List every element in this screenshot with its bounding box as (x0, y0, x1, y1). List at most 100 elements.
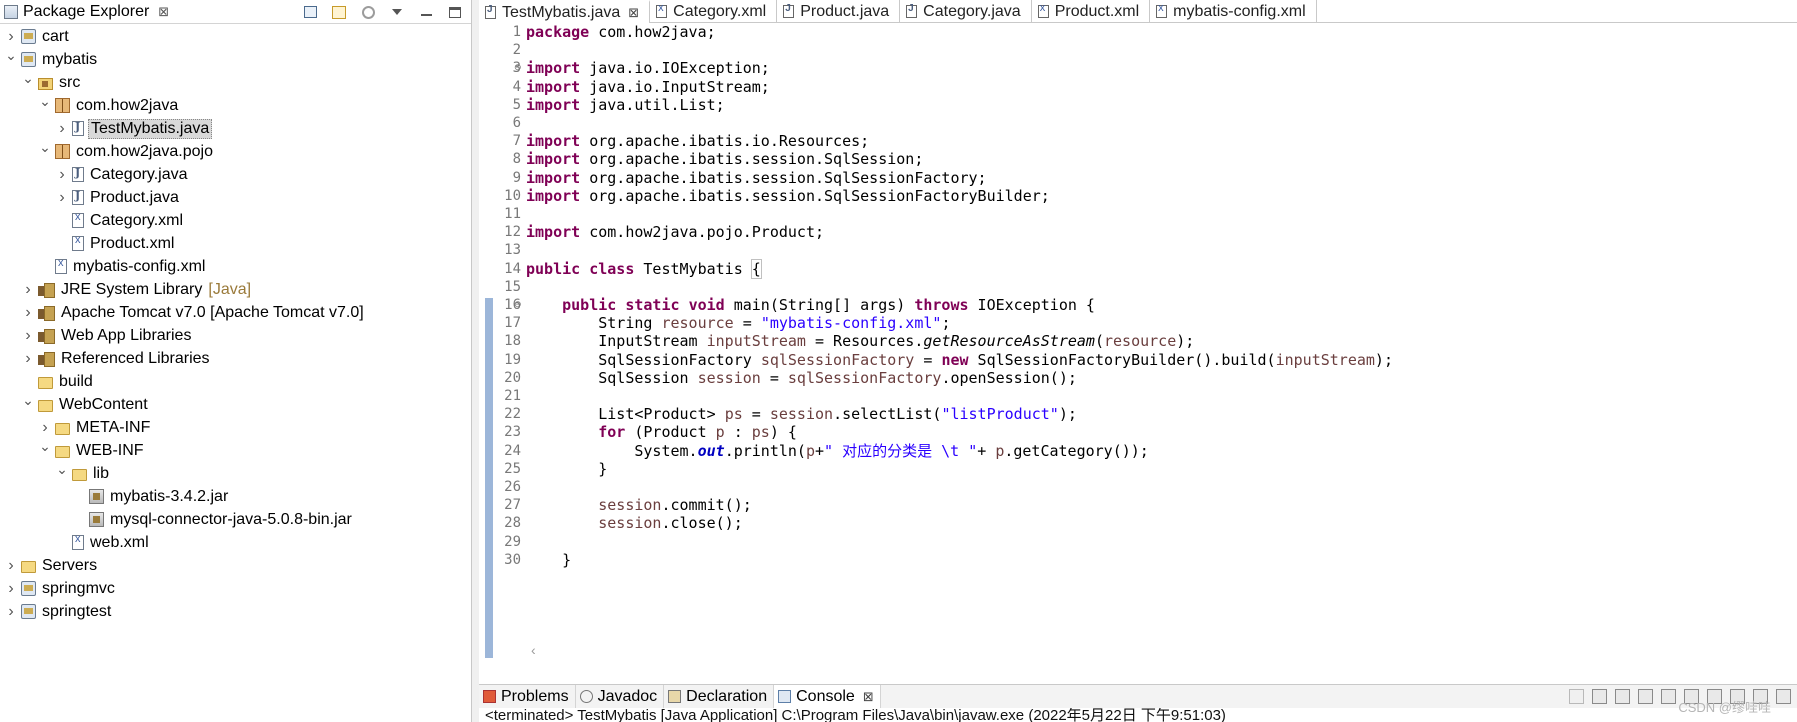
editor-tab[interactable]: mybatis-config.xml (1150, 0, 1317, 23)
chevron-right-icon[interactable]: › (21, 281, 35, 298)
bottom-tab[interactable]: Console ⊠ (774, 684, 881, 709)
editor-tab[interactable]: Product.java (777, 0, 901, 23)
tab-package-explorer[interactable]: Package Explorer ⊠ (0, 0, 173, 24)
editor-tab-label: Category.xml (673, 2, 767, 20)
tree-item[interactable]: ⌄ WEB-INF (0, 438, 471, 462)
tree-item-label: web.xml (90, 533, 149, 551)
close-icon[interactable]: ⊠ (863, 689, 874, 705)
code-token: .commit(); (661, 496, 752, 515)
tree-item[interactable]: ⌄ lib (0, 461, 471, 485)
project-icon (21, 581, 36, 596)
chevron-down-icon[interactable]: ⌄ (21, 392, 35, 408)
view-menu-icon[interactable] (389, 4, 405, 20)
tree-item[interactable]: ⌄ mybatis (0, 47, 471, 71)
tree-item[interactable]: Category.xml (0, 209, 471, 232)
chevron-down-icon[interactable]: ⌄ (4, 47, 18, 63)
filters-icon[interactable] (360, 4, 376, 20)
clear-console-icon[interactable] (1638, 689, 1653, 704)
minimize-icon[interactable] (418, 4, 434, 20)
scroll-lock-icon[interactable] (1661, 689, 1676, 704)
explorer-title: Package Explorer (23, 3, 150, 20)
chevron-down-icon[interactable]: ⌄ (55, 461, 69, 477)
terminate-icon[interactable] (1569, 689, 1584, 704)
chevron-right-icon[interactable]: › (55, 166, 69, 183)
view-divider[interactable] (472, 0, 479, 722)
chevron-down-icon[interactable]: ⌄ (38, 139, 52, 155)
tree-item[interactable]: build (0, 370, 471, 393)
code-editor[interactable]: 1 2 3 ⊖ 4 5 6 7 8 9 10 11 12 13 14 15 16 ⊖ 17 18 19 20 21 22 23 2… (479, 24, 1797, 658)
tree-item[interactable]: › Category.java (0, 163, 471, 186)
chevron-right-icon[interactable]: › (55, 120, 69, 137)
bottom-tab[interactable]: Problems (479, 684, 576, 709)
bottom-tab[interactable]: Declaration (664, 684, 775, 709)
package-explorer-view: Package Explorer ⊠ › cart ⌄ mybatis ⌄ src ⌄ com… (0, 0, 472, 722)
remove-launch-icon[interactable] (1592, 689, 1607, 704)
tree-item[interactable]: › Apache Tomcat v7.0 [Apache Tomcat v7.0] (0, 301, 471, 324)
tree-item-label: TestMybatis.java (88, 118, 213, 139)
line-number: 9 (512, 169, 521, 186)
close-icon[interactable]: ⊠ (158, 4, 169, 20)
code-token: resource (661, 314, 734, 333)
tree-item[interactable]: mybatis-3.4.2.jar (0, 485, 471, 508)
chevron-right-icon[interactable]: › (4, 28, 18, 45)
chevron-down-icon[interactable]: ⌄ (38, 93, 52, 109)
tree-item[interactable]: › Web App Libraries (0, 324, 471, 347)
code-token: .println( (724, 441, 806, 460)
tree-item[interactable]: ⌄ src (0, 70, 471, 94)
tree-item[interactable]: web.xml (0, 531, 471, 554)
tree-item[interactable]: › Referenced Libraries (0, 347, 471, 370)
tree-item[interactable]: mybatis-config.xml (0, 255, 471, 278)
tree-item[interactable]: Product.xml (0, 232, 471, 255)
close-icon[interactable]: ⊠ (628, 5, 639, 21)
chevron-down-icon[interactable]: ⌄ (38, 438, 52, 454)
tree-item[interactable]: ⌄ com.how2java.pojo (0, 139, 471, 163)
chevron-down-icon[interactable]: ⌄ (21, 70, 35, 86)
tree-item-label: JRE System Library (61, 280, 203, 298)
horizontal-scrollbar[interactable]: ‹ (527, 642, 1797, 658)
tree-item[interactable]: › cart (0, 25, 471, 48)
open-console-icon[interactable] (1776, 689, 1791, 704)
xml-file-icon (1156, 2, 1168, 18)
editor-tab[interactable]: Category.java (900, 0, 1032, 23)
console-output[interactable]: <terminated> TestMybatis [Java Applicati… (479, 708, 1797, 722)
code-token: throws (914, 296, 969, 314)
chevron-right-icon[interactable]: › (55, 189, 69, 206)
tree-item[interactable]: › Servers (0, 554, 471, 577)
bottom-tab[interactable]: Javadoc (576, 684, 665, 709)
chevron-right-icon[interactable]: › (21, 304, 35, 321)
editor-tab[interactable]: Product.xml (1032, 0, 1151, 23)
chevron-right-icon[interactable]: › (21, 350, 35, 367)
chevron-right-icon[interactable]: › (38, 419, 52, 436)
jar-icon (89, 512, 104, 527)
code-token: out (697, 441, 725, 460)
link-with-editor-icon[interactable] (331, 4, 347, 20)
tree-item[interactable]: › springmvc (0, 577, 471, 600)
chevron-right-icon[interactable]: › (21, 327, 35, 344)
tree-item[interactable]: ⌄ WebContent (0, 392, 471, 416)
tree-item[interactable]: mysql-connector-java-5.0.8-bin.jar (0, 508, 471, 531)
code-token: p (805, 441, 815, 460)
chevron-right-icon[interactable]: › (4, 580, 18, 597)
maximize-icon[interactable] (447, 4, 463, 20)
chevron-right-icon[interactable]: › (4, 603, 18, 620)
code-token: session (598, 514, 662, 533)
tree-item[interactable]: ⌄ com.how2java (0, 93, 471, 117)
editor-tab[interactable]: Category.xml (650, 0, 778, 23)
tree-item[interactable]: › Product.java (0, 186, 471, 209)
fold-toggle-icon[interactable]: ⊖ (514, 299, 522, 310)
editor-tab[interactable]: TestMybatis.java ⊠ (479, 0, 651, 23)
code-token: class (589, 259, 635, 278)
scroll-left-icon[interactable]: ‹ (531, 642, 536, 658)
code-token: .close(); (661, 514, 743, 533)
tree-item[interactable]: › TestMybatis.java (0, 117, 471, 140)
code-token: import (526, 168, 581, 187)
collapse-all-icon[interactable] (302, 4, 318, 20)
tree-item[interactable]: › springtest (0, 600, 471, 623)
tree-item[interactable]: › META-INF (0, 416, 471, 439)
explorer-toolbar (302, 4, 463, 20)
tree-item[interactable]: › JRE System Library [Java] (0, 278, 471, 301)
fold-toggle-icon[interactable]: ⊖ (514, 62, 522, 73)
chevron-right-icon[interactable]: › (4, 557, 18, 574)
remove-all-terminated-icon[interactable] (1615, 689, 1630, 704)
